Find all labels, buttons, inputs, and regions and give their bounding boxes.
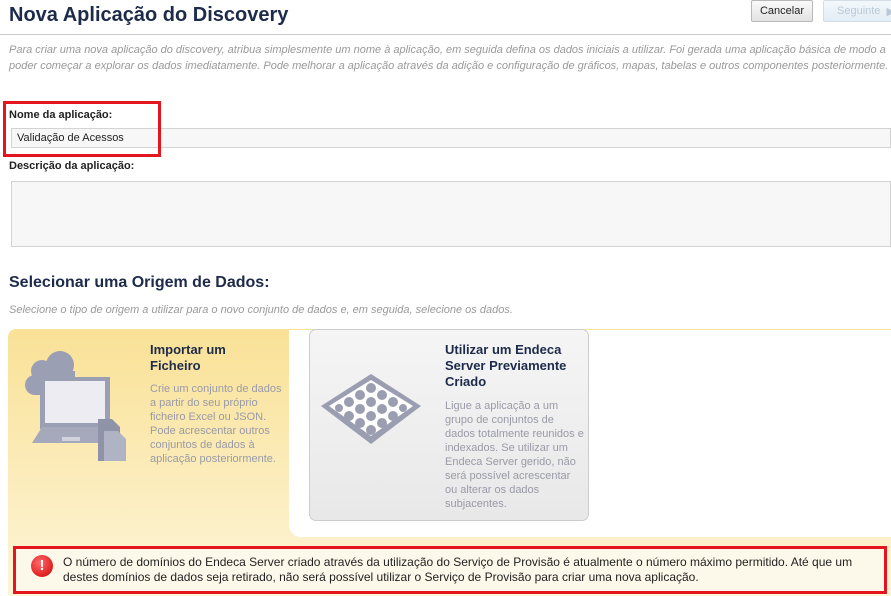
highlight-box xyxy=(3,101,161,157)
option-title: Utilizar um Endeca Server Previamente Cr… xyxy=(445,342,567,389)
option-description: Crie um conjunto de dados a partir do se… xyxy=(150,383,282,465)
arrow-right-icon: ▶ xyxy=(886,5,891,18)
grid-server-icon xyxy=(321,374,421,444)
app-description-input[interactable] xyxy=(11,181,891,247)
error-icon: ! xyxy=(31,555,53,577)
intro-text: Para criar uma nova aplicação do discove… xyxy=(9,44,889,72)
next-button[interactable]: Seguinte ▶ xyxy=(823,0,891,22)
error-alert: ! O número de domínios do Endeca Server … xyxy=(13,546,887,594)
cancel-button[interactable]: Cancelar xyxy=(751,0,813,22)
option-import-file[interactable]: Importar um Ficheiro Crie um conjunto de… xyxy=(8,329,289,539)
laptop-cloud-file-icon xyxy=(25,351,126,461)
option-existing-server[interactable]: Utilizar um Endeca Server Previamente Cr… xyxy=(309,329,589,521)
alert-text: O número de domínios do Endeca Server cr… xyxy=(63,555,853,584)
option-title: Importar um Ficheiro xyxy=(150,342,226,373)
next-label: Seguinte xyxy=(837,5,881,17)
datasource-subtitle: Selecione o tipo de origem a utilizar pa… xyxy=(9,304,513,316)
page-title: Nova Aplicação do Discovery xyxy=(9,4,289,26)
option-description: Ligue a aplicação a um grupo de conjunto… xyxy=(445,400,584,510)
datasource-heading: Selecionar uma Origem de Dados: xyxy=(9,274,270,291)
divider xyxy=(0,34,891,35)
app-description-label: Descrição da aplicação: xyxy=(9,160,135,172)
